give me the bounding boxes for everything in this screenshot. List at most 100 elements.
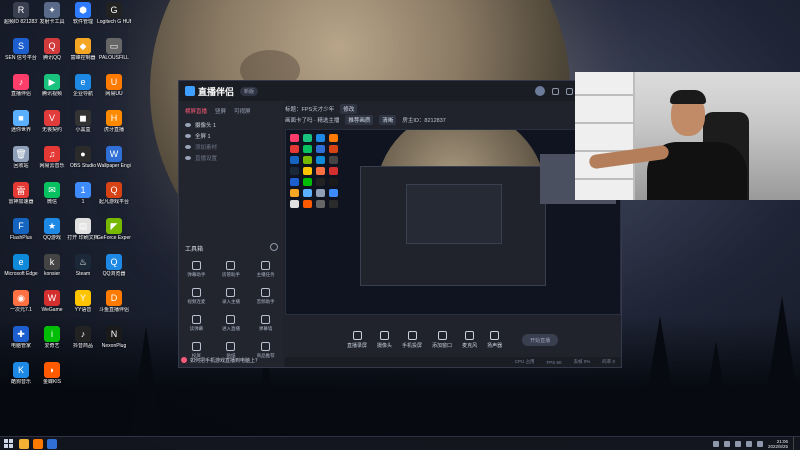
desktop-icon[interactable]: F FlashPlus — [4, 218, 38, 241]
desktop-icon[interactable]: ♪ 直播伴侣 — [4, 74, 38, 97]
toolbox-item[interactable]: 主播任务 — [248, 261, 283, 278]
network-icon[interactable] — [745, 440, 752, 447]
desktop-icon[interactable]: 11 — [66, 182, 100, 205]
visibility-eye-icon[interactable] — [185, 122, 191, 127]
desktop-icon[interactable]: U 网易UU — [97, 74, 131, 97]
desktop-icon[interactable]: Q QQ浏览器 — [97, 254, 131, 277]
source-item[interactable]: 全屏 1 — [179, 130, 282, 141]
start-live-button[interactable]: 开始直播 — [522, 334, 559, 346]
desktop-icon[interactable]: R 超频ID 8212837 — [4, 2, 38, 25]
visibility-eye-icon[interactable] — [185, 155, 191, 160]
desktop-icon[interactable]: W WeGame — [35, 290, 69, 313]
desktop-icon[interactable]: ▭ PALOUSFILL — [97, 38, 131, 61]
desktop-icon[interactable]: G Logitech G HUB — [97, 2, 131, 25]
tool-icon — [226, 288, 236, 297]
settings-icon[interactable] — [566, 87, 573, 95]
app-titlebar[interactable]: 直播伴侣 新版 — [179, 81, 621, 101]
toolbox-item[interactable]: 房管助手 — [214, 261, 249, 278]
source-item[interactable]: 添加素材 — [179, 141, 282, 152]
volume-icon[interactable] — [756, 440, 763, 447]
desktop-icon[interactable]: 🗑 回收站 — [4, 146, 38, 169]
desktop-icon[interactable]: ♨ Steam — [66, 254, 100, 277]
windows-start-icon[interactable] — [4, 439, 13, 448]
toolbox-item[interactable]: 读弹幕 — [179, 315, 214, 332]
desktop-icon[interactable]: ⬢ 软件管理 — [66, 2, 100, 25]
desktop-icon[interactable]: ✉ 微信 — [35, 182, 69, 205]
taskbar-app-icon[interactable] — [19, 438, 29, 449]
stream-meta-item[interactable]: 清晰 — [379, 114, 397, 125]
desktop-icon[interactable]: ◆ 富峰控制器 — [66, 38, 100, 61]
preview-mini-icon — [329, 134, 338, 142]
desktop-icon[interactable]: K 酷狗音乐 — [4, 362, 38, 385]
desktop-icon[interactable]: k konsier — [35, 254, 69, 277]
toolbox-item[interactable]: 录入主播 — [214, 288, 249, 305]
desktop-icon[interactable]: ● OBS Studio — [66, 146, 100, 169]
version-badge[interactable]: 新版 — [240, 86, 259, 96]
help-tip[interactable]: 如何把手机游戏直播到电脑上？ — [181, 355, 351, 365]
desktop-icon[interactable]: ♫ 网易云音乐 — [35, 146, 69, 169]
desktop-icon[interactable]: ▤ 打开 印刷文档 — [66, 218, 100, 241]
desktop-icon[interactable]: ▶ 腾讯视频 — [35, 74, 69, 97]
visibility-eye-icon[interactable] — [185, 144, 191, 149]
stream-meta-item[interactable]: 推荐画质 — [345, 114, 374, 125]
toolbox-item[interactable]: 弹幕助手 — [179, 261, 214, 278]
toolbox-item[interactable]: 弹幕墙 — [248, 315, 283, 332]
taskbar-app-icon[interactable] — [47, 438, 57, 449]
show-desktop-button[interactable] — [793, 436, 796, 450]
live-companion-window[interactable]: 直播伴侣 新版 横屏直播 竖屏 可视屏 摄像头 1 全屏 1 添加素材 直播设置 工具箱 … — [178, 80, 622, 368]
message-icon[interactable] — [552, 87, 559, 95]
desktop-icon[interactable]: ♪ 抖音商品 — [66, 326, 100, 349]
source-action-button[interactable]: 摄像头 — [377, 331, 392, 349]
source-item[interactable]: 直播设置 — [179, 152, 282, 163]
toolbox-more-icon[interactable] — [270, 243, 278, 251]
desktop-icon[interactable]: e 企业导航 — [66, 74, 100, 97]
user-avatar[interactable] — [535, 86, 545, 96]
desktop-icon[interactable]: ✦ 发射卡工具 — [35, 2, 69, 25]
desktop-icon[interactable]: Q 起凡游戏平台 — [97, 182, 131, 205]
visibility-eye-icon[interactable] — [185, 133, 191, 138]
desktop-icon[interactable]: ◤GeForce Experience — [97, 218, 131, 241]
app-logo-icon — [185, 86, 195, 96]
desktop-icon[interactable]: ■ 迷你世界 — [4, 110, 38, 133]
source-item[interactable]: 摄像头 1 — [179, 119, 282, 130]
source-action-button[interactable]: 直播录屏 — [347, 331, 367, 349]
source-action-button[interactable]: 添加窗口 — [432, 331, 452, 349]
desktop-icon[interactable]: D 斗鱼直播伴侣 — [97, 290, 131, 313]
toolbox-item[interactable]: 视频连麦 — [179, 288, 214, 305]
desktop-app-icon: Q — [106, 254, 122, 270]
scene-tab[interactable]: 横屏直播 — [185, 107, 207, 115]
scene-tab[interactable]: 竖屏 — [215, 107, 226, 115]
desktop-icon[interactable]: ✚ 电脑管家 — [4, 326, 38, 349]
toolbox-item[interactable]: 进入直播 — [214, 315, 249, 332]
desktop-icon[interactable]: 雷雷神加速器 — [4, 182, 38, 205]
desktop-icon[interactable]: ◗ 金蝶KIS — [35, 362, 69, 385]
status-item: FPS 60 — [546, 359, 562, 365]
desktop-icon[interactable]: V 无畏契约 — [35, 110, 69, 133]
stream-preview[interactable] — [285, 129, 621, 315]
desktop-icon[interactable]: ◉ 一次元7.1 — [4, 290, 38, 313]
desktop-icon[interactable]: S SEN 信号平台 — [4, 38, 38, 61]
source-action-button[interactable]: 手机投屏 — [402, 331, 422, 349]
desktop-icon[interactable]: e Microsoft Edge — [4, 254, 38, 277]
desktop-icon[interactable]: Q 腾讯QQ — [35, 38, 69, 61]
clock[interactable]: 21:06 2022/8/25 — [768, 439, 788, 449]
desktop-icon-label: 电脑管家 — [10, 343, 31, 349]
source-action-button[interactable]: 麦克风 — [462, 331, 477, 349]
toolbox-item[interactable]: 音频助手 — [248, 288, 283, 305]
scene-tab[interactable]: 可视屏 — [234, 107, 251, 115]
source-action-button[interactable]: 扬声器 — [487, 331, 502, 349]
desktop-icon[interactable]: N NexonPlug — [97, 326, 131, 349]
tray-icon[interactable] — [734, 440, 741, 447]
desktop-icon[interactable]: WWallpaper Engine — [97, 146, 131, 169]
desktop-icon[interactable]: ◼ 小黑盒 — [66, 110, 100, 133]
desktop-icon-label: 金蝶KIS — [42, 379, 62, 385]
tray-icon[interactable] — [723, 440, 730, 447]
taskbar-app-icon[interactable] — [33, 438, 43, 449]
desktop-icon[interactable]: ★ QQ游戏 — [35, 218, 69, 241]
tray-icon[interactable] — [712, 440, 719, 447]
desktop-icon-label: 爱奇艺 — [44, 343, 60, 349]
desktop-icon[interactable]: Y YY语音 — [66, 290, 100, 313]
desktop-icon[interactable]: H 虎牙直播 — [97, 110, 131, 133]
edit-title-button[interactable]: 修改 — [340, 103, 358, 114]
desktop-icon[interactable]: i 爱奇艺 — [35, 326, 69, 349]
